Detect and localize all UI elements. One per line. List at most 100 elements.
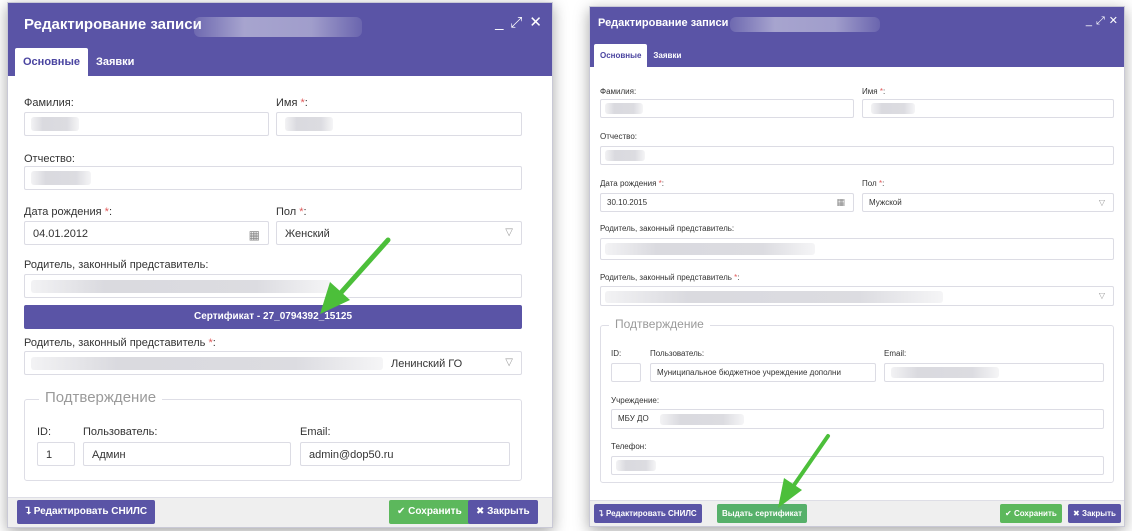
patronymic-field[interactable]: [24, 166, 522, 190]
user-field[interactable]: Муниципальное бюджетное учреждение допол…: [650, 363, 876, 382]
redacted-title-area: [194, 17, 362, 37]
window-controls: _ ⤢ ✕: [1086, 16, 1118, 27]
close-label: Закрыть: [487, 506, 530, 517]
id-label: ID:: [37, 426, 52, 438]
birthdate-field[interactable]: 30.10.2015 ▦: [600, 193, 854, 212]
redacted-value: [31, 117, 79, 131]
close-label: Закрыть: [1081, 509, 1116, 518]
parent-field[interactable]: [24, 274, 522, 298]
id-label: ID:: [611, 349, 622, 358]
maximize-icon[interactable]: ⤢: [510, 15, 522, 30]
surname-field[interactable]: [24, 112, 269, 136]
dialog-footer: ⮧ Редактировать СНИЛС ✔ Сохранить ✖ Закр…: [8, 497, 552, 527]
save-button[interactable]: ✔ Сохранить: [1000, 504, 1062, 523]
redacted-value: [891, 367, 999, 378]
tab-applications[interactable]: Заявки: [88, 48, 142, 76]
email-label: Email:: [300, 426, 331, 438]
redacted-value: [660, 414, 744, 425]
user-value: Муниципальное бюджетное учреждение допол…: [657, 368, 841, 377]
parent-required-label: Родитель, законный представитель *:: [600, 273, 740, 282]
minimize-icon[interactable]: _: [495, 15, 503, 30]
redacted-value: [605, 150, 645, 161]
birthdate-label: Дата рождения *:: [600, 179, 665, 188]
dropdown-caret-icon: ▽: [1098, 198, 1105, 207]
dialog-footer: ⮧ Редактировать СНИЛС Выдать сертификат …: [590, 500, 1124, 526]
email-field[interactable]: [884, 363, 1104, 382]
confirmation-fieldset: Подтверждение ID: Пользователь: Муниципа…: [600, 317, 1114, 483]
minimize-icon[interactable]: _: [1086, 16, 1092, 27]
name-field[interactable]: [862, 99, 1114, 118]
id-field[interactable]: [611, 363, 641, 382]
name-label: Имя *:: [862, 87, 886, 96]
user-label: Пользователь:: [83, 426, 158, 438]
id-field[interactable]: 1: [37, 442, 75, 466]
parent-label: Родитель, законный представитель:: [600, 224, 735, 233]
close-button[interactable]: ✖ Закрыть: [1068, 504, 1121, 523]
dialog-title: Редактирование записи: [598, 17, 729, 29]
redacted-value: [605, 103, 643, 114]
parent-required-select[interactable]: Ленинский ГО ▽: [24, 351, 522, 375]
name-label: Имя *:: [276, 97, 308, 109]
surname-label: Фамилия:: [600, 87, 637, 96]
redacted-value: [31, 357, 383, 370]
redacted-value: [871, 103, 915, 114]
calendar-icon[interactable]: ▦: [249, 228, 260, 242]
edit-snils-button[interactable]: ⮧ Редактировать СНИЛС: [594, 504, 702, 523]
edit-snils-label: Редактировать СНИЛС: [605, 509, 697, 518]
redacted-value: [605, 291, 943, 303]
parent-required-select[interactable]: ▽: [600, 286, 1114, 306]
institution-value: МБУ ДО: [618, 414, 649, 423]
parent-required-value: Ленинский ГО: [391, 358, 463, 370]
id-value: 1: [46, 449, 53, 461]
redacted-title-area: [730, 17, 880, 32]
redacted-value: [285, 117, 333, 131]
birthdate-field[interactable]: 04.01.2012 ▦: [24, 221, 269, 245]
user-field[interactable]: Админ: [83, 442, 291, 466]
parent-required-label: Родитель, законный представитель *:: [24, 337, 216, 349]
parent-field[interactable]: [600, 238, 1114, 260]
phone-field[interactable]: [611, 456, 1104, 475]
gender-label: Пол *:: [276, 206, 307, 218]
birthdate-label: Дата рождения *:: [24, 206, 113, 218]
gender-label: Пол *:: [862, 179, 885, 188]
confirmation-legend: Подтверждение: [39, 389, 163, 406]
save-label: Сохранить: [408, 506, 462, 517]
calendar-icon[interactable]: ▦: [836, 197, 845, 208]
tab-main[interactable]: Основные: [594, 44, 648, 67]
close-icon[interactable]: ✕: [1109, 16, 1118, 27]
surname-field[interactable]: [600, 99, 854, 118]
tab-main[interactable]: Основные: [15, 48, 88, 76]
redacted-value: [31, 280, 331, 293]
patronymic-field[interactable]: [600, 146, 1114, 165]
close-icon: ✖: [1073, 509, 1080, 518]
dropdown-caret-icon: ▽: [1098, 291, 1105, 300]
patronymic-label: Отчество:: [600, 132, 637, 141]
user-value: Админ: [92, 449, 126, 461]
tab-applications[interactable]: Заявки: [647, 44, 687, 67]
user-label: Пользователь:: [650, 349, 705, 358]
maximize-icon[interactable]: ⤢: [1096, 16, 1105, 27]
gender-select[interactable]: Мужской ▽: [862, 193, 1114, 212]
edit-snils-icon: ⮧: [25, 506, 31, 517]
dialog-titlebar: Редактирование записи _ ⤢ ✕ Основные Зая…: [590, 7, 1124, 67]
edit-record-dialog-left: Редактирование записи _ ⤢ ✕ Основные Зая…: [7, 2, 553, 528]
dropdown-caret-icon: ▽: [505, 357, 513, 368]
email-field[interactable]: admin@dop50.ru: [300, 442, 510, 466]
save-label: Сохранить: [1013, 509, 1057, 518]
close-button[interactable]: ✖ Закрыть: [468, 500, 538, 524]
edit-snils-button[interactable]: ⮧ Редактировать СНИЛС: [17, 500, 156, 524]
certificate-button[interactable]: Сертификат - 27_0794392_15125: [24, 305, 522, 329]
window-controls: _ ⤢ ✕: [495, 15, 542, 30]
dropdown-caret-icon: ▽: [505, 227, 513, 238]
check-icon: ✔: [1005, 509, 1012, 518]
institution-field[interactable]: МБУ ДО: [611, 409, 1104, 429]
confirmation-legend: Подтверждение: [609, 317, 710, 331]
save-button[interactable]: ✔ Сохранить: [389, 500, 470, 524]
birthdate-value: 30.10.2015: [607, 198, 648, 207]
check-icon: ✔: [397, 506, 406, 517]
close-icon[interactable]: ✕: [529, 15, 542, 30]
name-field[interactable]: [276, 112, 522, 136]
dialog-title: Редактирование записи: [24, 16, 202, 33]
email-label: Email:: [884, 349, 907, 358]
patronymic-label: Отчество:: [24, 153, 75, 165]
